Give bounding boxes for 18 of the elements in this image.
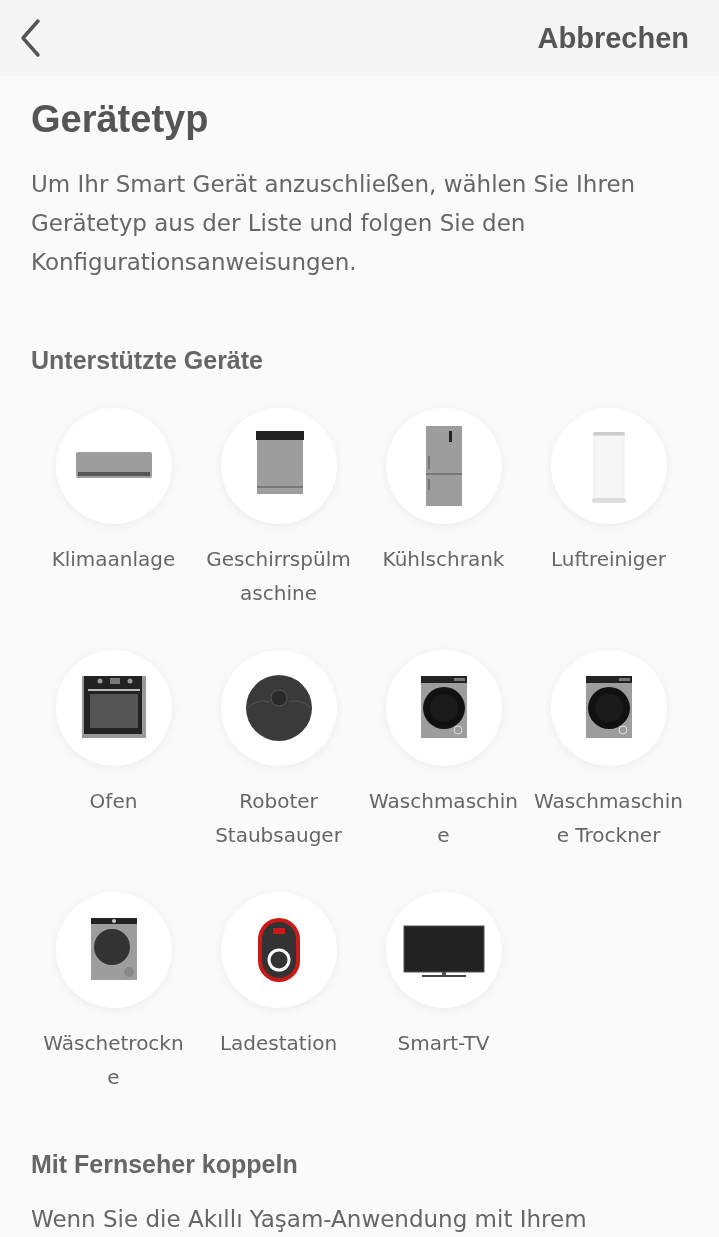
device-label: Roboter Staubsauger [214, 788, 343, 849]
intro-text: Um Ihr Smart Gerät anzuschließen, wählen Sie Ihren Gerätetyp aus der Liste und folgen Sie den Konfigurationsanweisungen. [31, 170, 637, 277]
device-label: Waschmaschine [368, 788, 519, 849]
section-heading: Unterstützte Geräte [31, 346, 264, 375]
cancel-button[interactable]: Abbrechen [537, 21, 689, 55]
page-title: Gerätetyp [31, 98, 210, 141]
device-label: Wäschetrockne [42, 1030, 185, 1091]
back-icon[interactable] [18, 18, 42, 58]
device-label: Klimaanlage [50, 546, 177, 573]
device-label: Ladestation [218, 1030, 339, 1057]
pairing-text: Wenn Sie die Akıllı Yaşam-Anwendung mit Ihrem [31, 1205, 588, 1234]
device-label: Geschirrspülmaschine [205, 546, 352, 607]
device-label: Smart-TV [396, 1030, 491, 1057]
device-label: Ofen [88, 788, 139, 815]
device-label: Waschmaschine Trockner [533, 788, 684, 849]
device-label: Luftreiniger [549, 546, 668, 573]
section-heading: Mit Fernseher koppeln [31, 1150, 299, 1179]
device-label: Kühlschrank [381, 546, 506, 573]
